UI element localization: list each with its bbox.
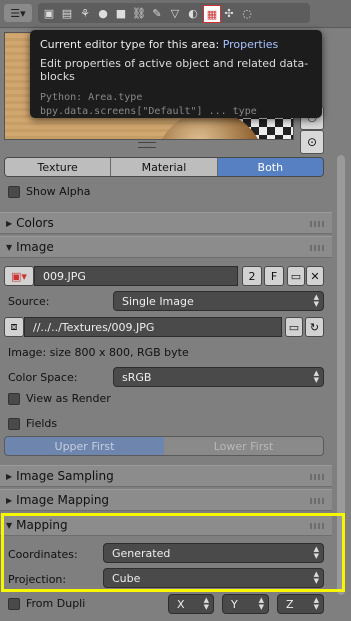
image-browse-button[interactable]: ▣▾ — [4, 266, 34, 286]
reload-icon[interactable]: ↻ — [305, 317, 324, 337]
drag-grip-icon[interactable] — [310, 221, 326, 227]
mapping-z-dropdown[interactable]: Z ▲ ▼ — [277, 594, 324, 614]
scene-icon[interactable]: ⚘ — [77, 5, 93, 21]
image-users-count[interactable]: 2 — [242, 266, 262, 286]
source-value: Single Image — [122, 294, 194, 308]
collapsed-arrow-icon: ▶ — [6, 471, 13, 481]
dropdown-arrows-icon: ▲ ▼ — [313, 369, 319, 384]
file-browse-icon[interactable]: ▭ — [285, 317, 303, 337]
lower-first-button[interactable]: Lower First — [164, 437, 323, 455]
texture-icon[interactable]: ▦ — [203, 5, 221, 23]
modifiers-icon[interactable]: ✎ — [149, 5, 165, 21]
panel-image-mapping-title: Image Mapping — [16, 493, 110, 507]
panel-colors-header[interactable]: ▶ Colors — [0, 212, 332, 234]
context-buttons: ▣ ▤ ⚘ ● ■ ⛓ ✎ ▽ ◐ ▦ ✣ ◌ — [38, 3, 310, 23]
dropdown-arrows-icon: ▲ ▼ — [313, 293, 319, 308]
render-context-icon[interactable]: ▣ — [41, 5, 57, 21]
drag-grip-icon[interactable] — [310, 474, 326, 480]
dropdown-arrows-icon: ▲ ▼ — [258, 596, 264, 611]
image-name-field[interactable]: 009.JPG — [34, 266, 238, 286]
drag-grip-icon[interactable] — [310, 498, 326, 504]
physics-icon[interactable]: ◌ — [239, 5, 255, 21]
from-dupli-checkbox[interactable] — [8, 598, 20, 610]
expanded-arrow-icon: ▼ — [6, 242, 13, 252]
tooltip-python-line1: Python: Area.type — [40, 92, 143, 103]
panel-image-title: Image — [16, 240, 54, 254]
view-as-render-checkbox[interactable] — [8, 393, 20, 405]
mapping-highlight-box — [1, 513, 345, 592]
mapping-z-value: Z — [286, 597, 294, 611]
source-dropdown[interactable]: Single Image ▲ ▼ — [113, 291, 324, 311]
editor-header: ☰▾ ▣ ▤ ⚘ ● ■ ⛓ ✎ ▽ ◐ ▦ ✣ ◌ — [0, 0, 351, 28]
render-layers-icon[interactable]: ▤ — [59, 5, 75, 21]
color-space-value: sRGB — [122, 370, 152, 384]
particles-icon[interactable]: ✣ — [221, 5, 237, 21]
dropdown-arrows-icon: ▲ ▼ — [313, 596, 319, 611]
pack-image-icon[interactable]: ⧈ — [4, 317, 24, 337]
editor-type-tooltip: Current editor type for this area: Prope… — [30, 30, 322, 118]
tab-both[interactable]: Both — [217, 158, 323, 176]
tooltip-title: Current editor type for this area: — [40, 38, 220, 51]
color-space-label: Color Space: — [8, 371, 78, 384]
fields-label: Fields — [26, 417, 58, 430]
upper-first-button[interactable]: Upper First — [5, 437, 164, 455]
data-icon[interactable]: ▽ — [167, 5, 183, 21]
material-icon[interactable]: ◐ — [185, 5, 201, 21]
collapsed-arrow-icon: ▶ — [6, 495, 13, 505]
collapsed-arrow-icon: ▶ — [6, 218, 13, 228]
view-as-render-label: View as Render — [26, 392, 111, 405]
panel-image-sampling-header[interactable]: ▶ Image Sampling — [0, 465, 332, 487]
mapping-y-value: Y — [231, 597, 238, 611]
mapping-y-dropdown[interactable]: Y ▲ ▼ — [222, 594, 269, 614]
open-folder-icon[interactable]: ▭ — [287, 266, 305, 286]
object-icon[interactable]: ■ — [113, 5, 129, 21]
tab-texture[interactable]: Texture — [5, 158, 112, 176]
tab-material[interactable]: Material — [111, 158, 218, 176]
unlink-x-icon[interactable]: ✕ — [306, 266, 324, 286]
tooltip-title-value: Properties — [222, 38, 279, 51]
preview-world-icon[interactable]: ⊙ — [300, 130, 324, 154]
fake-user-button[interactable]: F — [264, 266, 284, 286]
panel-colors-title: Colors — [16, 216, 54, 230]
image-info-text: Image: size 800 x 800, RGB byte — [8, 346, 189, 359]
panel-image-header[interactable]: ▼ Image — [0, 236, 332, 258]
texture-context-tabs: Texture Material Both — [4, 157, 324, 177]
filepath-value: //../../Textures/009.JPG — [33, 320, 155, 334]
image-name-value: 009.JPG — [43, 269, 86, 283]
preview-resize-handle[interactable] — [138, 142, 156, 148]
editor-type-button[interactable]: ☰▾ — [4, 4, 32, 22]
filepath-field[interactable]: //../../Textures/009.JPG — [24, 317, 282, 337]
show-alpha-label: Show Alpha — [26, 185, 91, 198]
panel-image-sampling-title: Image Sampling — [16, 469, 114, 483]
dropdown-arrows-icon: ▲ ▼ — [203, 596, 209, 611]
field-order-toggle: Upper First Lower First — [4, 436, 324, 456]
mapping-x-value: X — [177, 597, 185, 611]
image-icon: ▣▾ — [11, 269, 27, 283]
fields-checkbox[interactable] — [8, 418, 20, 430]
color-space-dropdown[interactable]: sRGB ▲ ▼ — [113, 367, 324, 387]
editor-type-icon: ☰▾ — [10, 6, 26, 20]
tooltip-description: Edit properties of active object and rel… — [40, 57, 309, 83]
from-dupli-label: From Dupli — [26, 597, 86, 610]
mapping-x-dropdown[interactable]: X ▲ ▼ — [168, 594, 214, 614]
constraints-icon[interactable]: ⛓ — [131, 5, 147, 21]
show-alpha-checkbox[interactable] — [8, 186, 20, 198]
drag-grip-icon[interactable] — [310, 245, 326, 251]
panel-image-mapping-header[interactable]: ▶ Image Mapping — [0, 489, 332, 511]
world-icon[interactable]: ● — [95, 5, 111, 21]
tooltip-python-line2: bpy.data.screens["Default"] ... type — [40, 106, 257, 117]
source-label: Source: — [8, 295, 50, 308]
